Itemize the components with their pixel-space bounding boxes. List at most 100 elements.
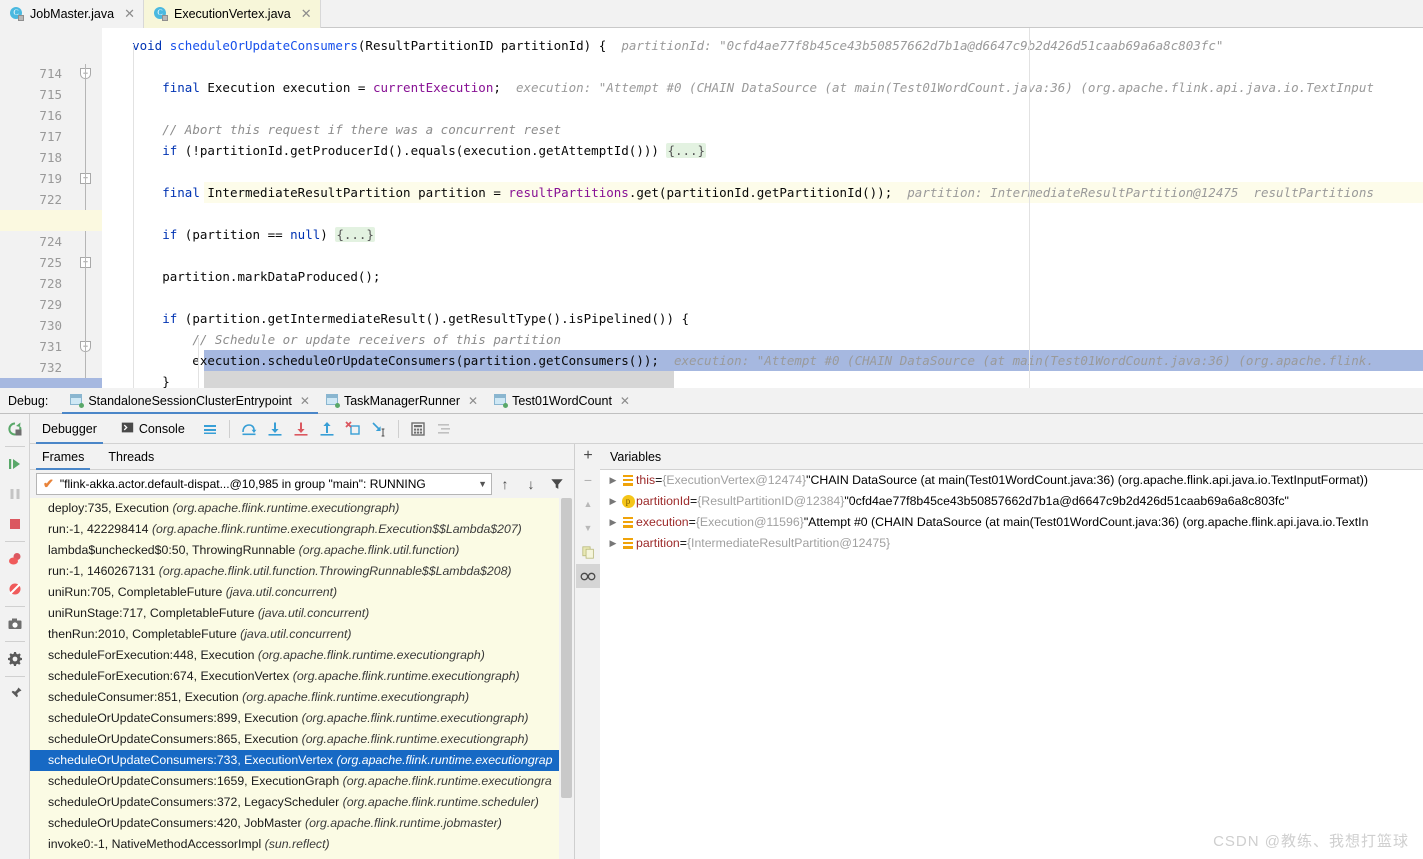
frame-list-item[interactable]: scheduleOrUpdateConsumers:420, JobMaster… bbox=[30, 813, 559, 834]
variable-row[interactable]: ▶ this = {ExecutionVertex@12474} "CHAIN D… bbox=[600, 470, 1423, 491]
variable-row[interactable]: ▶ execution = {Execution@11596} "Attempt … bbox=[600, 512, 1423, 533]
step-over-button[interactable] bbox=[236, 416, 262, 442]
frame-list-item[interactable]: scheduleOrUpdateConsumers:899, Execution… bbox=[30, 708, 559, 729]
frame-list-item[interactable]: scheduleOrUpdateConsumers:1659, Executio… bbox=[30, 771, 559, 792]
camera-icon[interactable] bbox=[0, 609, 30, 639]
code-line[interactable]: if (partition.getIntermediateResult().ge… bbox=[102, 308, 1423, 329]
editor-tab-jobmaster[interactable]: C JobMaster.java ✕ bbox=[0, 0, 144, 28]
expand-arrow-icon[interactable]: ▶ bbox=[606, 470, 620, 491]
frame-package: (java.util.concurrent) bbox=[225, 585, 338, 599]
code-line[interactable]: if (partition == null) {...} bbox=[102, 224, 1423, 245]
run-to-cursor-button[interactable] bbox=[366, 416, 392, 442]
debug-session-tab-standalone[interactable]: StandaloneSessionClusterEntrypoint ✕ bbox=[62, 388, 318, 414]
close-icon[interactable]: ✕ bbox=[124, 6, 135, 22]
tab-console[interactable]: Console bbox=[109, 414, 197, 444]
scrollbar-thumb[interactable] bbox=[561, 498, 572, 798]
pin-icon[interactable] bbox=[0, 679, 30, 709]
frames-list[interactable]: deploy:735, Execution (org.apache.flink.… bbox=[30, 498, 559, 859]
variable-type: {ExecutionVertex@12474} bbox=[662, 473, 807, 487]
code-line[interactable]: partition.markDataProduced(); bbox=[102, 266, 1423, 287]
code-line[interactable]: execution.scheduleOrUpdateConsumers(part… bbox=[102, 350, 1423, 371]
expand-arrow-icon[interactable]: ▶ bbox=[606, 533, 620, 554]
expand-arrow-icon[interactable]: ▶ bbox=[606, 512, 620, 533]
close-icon[interactable]: ✕ bbox=[620, 394, 630, 408]
debug-session-label: TaskManagerRunner bbox=[343, 393, 461, 408]
editor-code-area[interactable]: void scheduleOrUpdateConsumers(ResultPar… bbox=[102, 28, 1423, 388]
previous-frame-button[interactable]: ↑ bbox=[492, 473, 518, 495]
drop-frame-button[interactable] bbox=[340, 416, 366, 442]
rerun-button[interactable] bbox=[0, 414, 30, 444]
close-icon[interactable]: ✕ bbox=[468, 394, 478, 408]
frame-list-item[interactable]: scheduleOrUpdateConsumers:733, Execution… bbox=[30, 750, 559, 771]
editor-fold-column[interactable] bbox=[70, 28, 102, 388]
code-line[interactable]: final Execution execution = currentExecu… bbox=[102, 77, 1423, 98]
code-line[interactable]: final IntermediateResultPartition partit… bbox=[102, 182, 1423, 203]
expand-arrow-icon[interactable]: ▶ bbox=[606, 491, 620, 512]
filter-frames-button[interactable] bbox=[544, 473, 570, 495]
copy-button[interactable] bbox=[576, 540, 600, 564]
frame-list-item[interactable]: lambda$unchecked$0:50, ThrowingRunnable … bbox=[30, 540, 559, 561]
tab-threads[interactable]: Threads bbox=[96, 444, 166, 470]
code-line[interactable] bbox=[102, 56, 1423, 77]
frame-list-item[interactable]: scheduleOrUpdateConsumers:372, LegacySch… bbox=[30, 792, 559, 813]
stop-button[interactable] bbox=[0, 509, 30, 539]
code-line[interactable] bbox=[102, 203, 1423, 224]
frame-list-item[interactable]: invoke0:-1, NativeMethodAccessorImpl (su… bbox=[30, 834, 559, 855]
code-line[interactable] bbox=[102, 98, 1423, 119]
code-line[interactable]: } bbox=[102, 371, 1423, 388]
editor-tab-executionvertex[interactable]: C ExecutionVertex.java ✕ bbox=[143, 0, 321, 28]
force-step-into-button[interactable] bbox=[288, 416, 314, 442]
code-line[interactable]: if (!partitionId.getProducerId().equals(… bbox=[102, 140, 1423, 161]
frame-list-item[interactable]: uniRunStage:717, CompletableFuture (java… bbox=[30, 603, 559, 624]
pause-program-button[interactable] bbox=[0, 479, 30, 509]
close-icon[interactable]: ✕ bbox=[300, 394, 310, 408]
frame-list-item[interactable]: thenRun:2010, CompletableFuture (java.ut… bbox=[30, 624, 559, 645]
next-frame-button[interactable]: ↓ bbox=[518, 473, 544, 495]
frame-list-item[interactable]: uniRun:705, CompletableFuture (java.util… bbox=[30, 582, 559, 603]
debug-session-tab-test01wordcount[interactable]: Test01WordCount ✕ bbox=[486, 388, 638, 414]
watches-button[interactable] bbox=[576, 564, 600, 588]
code-line[interactable]: void scheduleOrUpdateConsumers(ResultPar… bbox=[102, 35, 1423, 56]
frame-list-item[interactable]: run:-1, 422298414 (org.apache.flink.runt… bbox=[30, 519, 559, 540]
view-breakpoints-button[interactable] bbox=[0, 544, 30, 574]
frame-list-item[interactable]: scheduleForExecution:448, Execution (org… bbox=[30, 645, 559, 666]
mute-breakpoints-button[interactable] bbox=[0, 574, 30, 604]
resume-program-button[interactable] bbox=[0, 449, 30, 479]
code-line[interactable] bbox=[102, 161, 1423, 182]
chevron-down-icon[interactable]: ▼ bbox=[478, 479, 487, 489]
thread-selector[interactable]: ✔ "flink-akka.actor.default-dispat...@10… bbox=[36, 473, 492, 495]
gear-icon[interactable] bbox=[0, 644, 30, 674]
move-watch-up-button[interactable]: ▲ bbox=[576, 492, 600, 516]
frame-list-item[interactable]: scheduleForExecution:674, ExecutionVerte… bbox=[30, 666, 559, 687]
code-line[interactable] bbox=[102, 287, 1423, 308]
variables-title: Variables bbox=[600, 444, 1423, 470]
frame-list-item[interactable]: run:-1, 1460267131 (org.apache.flink.uti… bbox=[30, 561, 559, 582]
frame-list-item[interactable]: scheduleOrUpdateConsumers:865, Execution… bbox=[30, 729, 559, 750]
code-line[interactable]: // Schedule or update receivers of this … bbox=[102, 329, 1423, 350]
variable-row[interactable]: ▶ partition = {IntermediateResultPartitio… bbox=[600, 533, 1423, 554]
variable-row[interactable]: ▶ p partitionId = {ResultPartitionID@12384… bbox=[600, 491, 1423, 512]
frame-list-item[interactable]: scheduleConsumer:851, Execution (org.apa… bbox=[30, 687, 559, 708]
toolbar-divider bbox=[228, 419, 230, 438]
close-icon[interactable]: ✕ bbox=[301, 6, 312, 22]
step-into-button[interactable] bbox=[262, 416, 288, 442]
code-editor[interactable]: void scheduleOrUpdateConsumers(ResultPar… bbox=[0, 28, 1423, 388]
step-out-button[interactable] bbox=[314, 416, 340, 442]
variables-list[interactable]: ▶ this = {ExecutionVertex@12474} "CHAIN D… bbox=[600, 470, 1423, 859]
frame-method: lambda$unchecked$0:50, ThrowingRunnable bbox=[48, 543, 299, 557]
remove-watch-button[interactable]: − bbox=[576, 468, 600, 492]
move-watch-down-button[interactable]: ▼ bbox=[576, 516, 600, 540]
tab-debugger[interactable]: Debugger bbox=[30, 414, 109, 444]
code-line[interactable]: // Abort this request if there was a con… bbox=[102, 119, 1423, 140]
tab-frames[interactable]: Frames bbox=[30, 444, 96, 470]
frame-package: (org.apache.flink.util.function.Throwing… bbox=[158, 564, 512, 578]
frame-list-item[interactable]: deploy:735, Execution (org.apache.flink.… bbox=[30, 498, 559, 519]
code-line[interactable] bbox=[102, 245, 1423, 266]
debug-session-tab-taskmanager[interactable]: TaskManagerRunner ✕ bbox=[318, 388, 486, 414]
add-watch-button[interactable]: + bbox=[576, 444, 600, 468]
frames-pane: Frames Threads ✔ "flink-akka.actor.defau… bbox=[30, 444, 575, 859]
layout-settings-button[interactable] bbox=[431, 416, 457, 442]
show-execution-point-button[interactable] bbox=[197, 416, 223, 442]
evaluate-expression-button[interactable] bbox=[405, 416, 431, 442]
frames-scrollbar[interactable] bbox=[559, 498, 574, 859]
